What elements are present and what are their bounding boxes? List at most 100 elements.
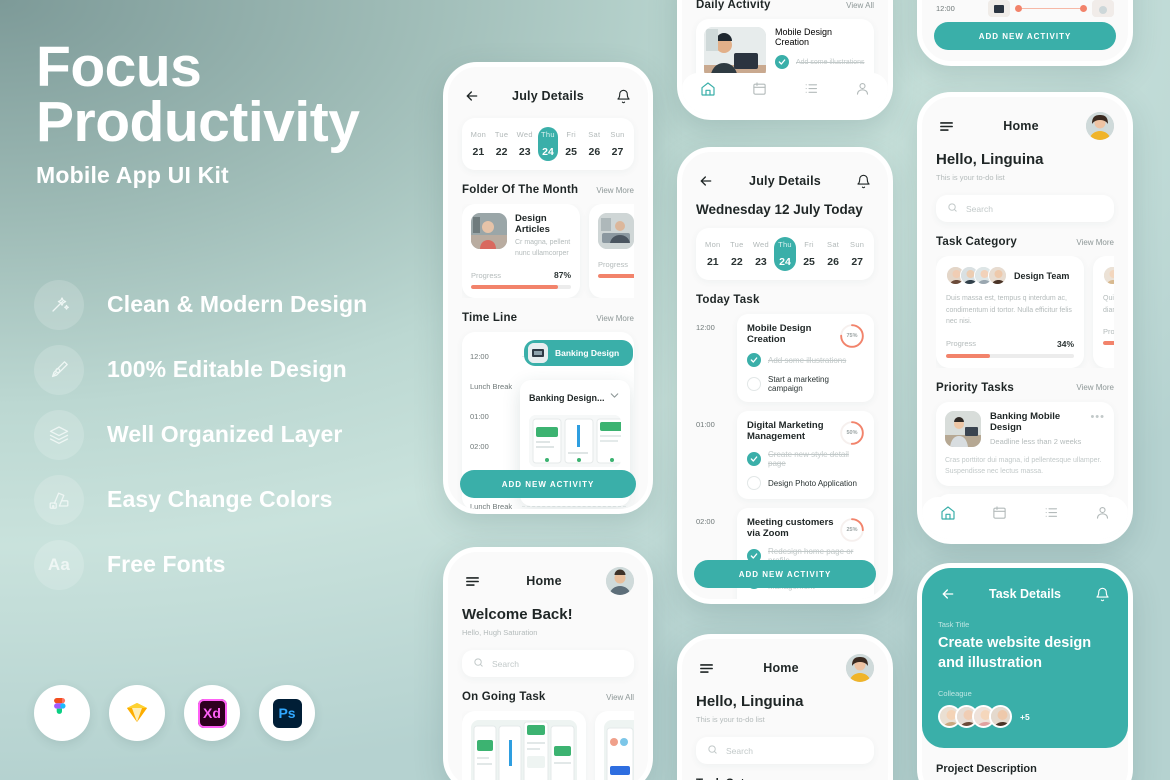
- task-card[interactable]: Meeting customers via Zoom 25% Redesign …: [737, 508, 874, 604]
- day-cell[interactable]: Tue 22: [491, 127, 512, 161]
- day-cell[interactable]: Sat 26: [584, 127, 605, 161]
- checkbox-unchecked[interactable]: [747, 476, 761, 490]
- add-new-activity-button[interactable]: ADD NEW ACTIVITY: [934, 22, 1116, 50]
- category-name: Design Team: [1014, 270, 1070, 281]
- more-options-icon[interactable]: •••: [1090, 411, 1105, 423]
- layers-icon: [34, 409, 84, 460]
- subtask-item[interactable]: Add some illustrations: [747, 353, 864, 367]
- ongoing-section-header: On Going Task View All: [462, 691, 634, 703]
- avatar[interactable]: [846, 654, 874, 682]
- day-number: 27: [611, 146, 624, 158]
- typography-glyph: Aa: [47, 554, 71, 574]
- home-icon[interactable]: [940, 505, 956, 526]
- progress-ring-value: 75%: [846, 333, 858, 339]
- hamburger-menu-icon[interactable]: [936, 116, 956, 136]
- checkbox-checked[interactable]: [747, 601, 761, 604]
- day-name: Tue: [730, 240, 744, 249]
- day-cell[interactable]: Sun 27: [846, 237, 868, 271]
- ongoing-task-card[interactable]: [462, 711, 586, 780]
- day-cell[interactable]: Fri 25: [561, 127, 582, 161]
- list-icon[interactable]: [1044, 505, 1059, 525]
- checkbox-checked[interactable]: [747, 452, 761, 466]
- timeline-event-chip[interactable]: Banking Design: [524, 340, 634, 366]
- phone-notch: [739, 152, 831, 166]
- subtask-item[interactable]: Make the illustration mobile friendly: [747, 599, 864, 604]
- presentation-stage: Focus Productivity Mobile App UI Kit Cle…: [0, 0, 1170, 780]
- timeline-time: Lunch Break: [470, 381, 513, 391]
- view-all-link[interactable]: View All: [606, 693, 634, 702]
- folder-card[interactable]: Software Suspendiss massa. Nul Progress: [589, 204, 634, 298]
- priority-section-header: Priority Tasks View More: [936, 382, 1114, 394]
- view-more-link[interactable]: View More: [1076, 383, 1114, 392]
- day-cell[interactable]: Fri 25: [798, 237, 820, 271]
- arrow-left-icon[interactable]: [938, 584, 958, 604]
- search-input[interactable]: Search: [462, 650, 634, 677]
- day-cell[interactable]: Wed 23: [514, 127, 535, 161]
- subtask-item[interactable]: Add some illustrations: [775, 55, 866, 69]
- calendar-icon[interactable]: [752, 81, 767, 101]
- calendar-icon[interactable]: [992, 505, 1007, 525]
- task-category-card[interactable]: Design Team Duis massa est, tempus q int…: [936, 256, 1084, 368]
- checkbox-checked[interactable]: [775, 55, 789, 69]
- search-input[interactable]: Search: [936, 195, 1114, 222]
- view-more-link[interactable]: View More: [1076, 238, 1114, 247]
- day-cell-selected[interactable]: Thu 24: [537, 127, 559, 161]
- day-cell[interactable]: Wed 23: [750, 237, 772, 271]
- ongoing-task-list: [462, 711, 634, 780]
- task-card[interactable]: Mobile Design Creation 75% Add some illu…: [737, 314, 874, 402]
- screen-july-details-today: July Details Wednesday 12 July Today Mon…: [677, 147, 893, 604]
- view-more-link[interactable]: View More: [596, 186, 634, 195]
- hamburger-menu-icon[interactable]: [696, 658, 716, 678]
- subtask-item[interactable]: Create new style detail page: [747, 450, 864, 468]
- search-input[interactable]: Search: [696, 737, 874, 764]
- photoshop-label: Ps: [272, 698, 302, 728]
- subtask-item[interactable]: Design Photo Application: [747, 476, 864, 490]
- view-all-link[interactable]: View All: [846, 1, 874, 10]
- subtask-item[interactable]: Start a marketing campaign: [747, 375, 864, 393]
- subtask-label: Add some illustrations: [796, 58, 865, 66]
- add-new-activity-button[interactable]: ADD NEW ACTIVITY: [694, 560, 876, 588]
- profile-icon[interactable]: [1095, 505, 1110, 525]
- day-cell[interactable]: Mon 21: [468, 127, 489, 161]
- screen-timeline-fragment: 12:00 Lunch Break ADD NEW ACTIVITY: [917, 0, 1133, 66]
- category-section-header: Task Category View More: [936, 236, 1114, 248]
- avatar[interactable]: [1086, 112, 1114, 140]
- section-title: Priority Tasks: [936, 381, 1015, 394]
- list-icon[interactable]: [804, 81, 819, 101]
- day-cell[interactable]: Tue 22: [726, 237, 748, 271]
- arrow-left-icon[interactable]: [462, 86, 482, 106]
- progress-bar: [1103, 341, 1114, 346]
- timeline-row: 12:00: [936, 0, 1114, 23]
- priority-task-card[interactable]: Banking Mobile Design Deadline less than…: [936, 401, 1114, 487]
- bell-icon[interactable]: [614, 86, 634, 106]
- day-name: Sun: [610, 130, 625, 139]
- task-title-value: Create website design and illustration: [938, 635, 1092, 671]
- feature-label: Clean & Modern Design: [107, 291, 368, 317]
- day-cell-selected[interactable]: Thu 24: [774, 237, 796, 271]
- bell-icon[interactable]: [854, 171, 874, 191]
- progress-ring: 75%: [839, 323, 865, 349]
- page-title: Home: [763, 661, 799, 675]
- day-cell[interactable]: Mon 21: [702, 237, 724, 271]
- chevron-down-icon[interactable]: [608, 389, 621, 407]
- avatar[interactable]: [606, 567, 634, 595]
- day-cell[interactable]: Sat 26: [822, 237, 844, 271]
- task-category-card[interactable]: Quisque fringilla tempus varius vit augu…: [1093, 256, 1114, 368]
- home-icon[interactable]: [700, 81, 716, 102]
- folder-card[interactable]: Design Articles Cr magna, pellent nunc u…: [462, 204, 580, 298]
- subtask-label: Create new style detail page: [768, 450, 849, 468]
- arrow-left-icon[interactable]: [696, 171, 716, 191]
- hamburger-menu-icon[interactable]: [462, 571, 482, 591]
- day-cell[interactable]: Sun 27: [607, 127, 628, 161]
- checkbox-unchecked[interactable]: [747, 377, 761, 391]
- screen-task-details: Task Details Task Title Create website d…: [917, 563, 1133, 780]
- bell-icon[interactable]: [1092, 584, 1112, 604]
- task-card[interactable]: Digital Marketing Management 50% Create …: [737, 411, 874, 499]
- checkbox-checked[interactable]: [747, 353, 761, 367]
- profile-icon[interactable]: [855, 81, 870, 101]
- add-new-activity-button[interactable]: ADD NEW ACTIVITY: [460, 470, 636, 498]
- view-more-link[interactable]: View More: [596, 314, 634, 323]
- progress-bar: [946, 353, 1074, 358]
- ongoing-task-card[interactable]: [595, 711, 634, 780]
- section-title: Folder Of The Month: [462, 184, 579, 196]
